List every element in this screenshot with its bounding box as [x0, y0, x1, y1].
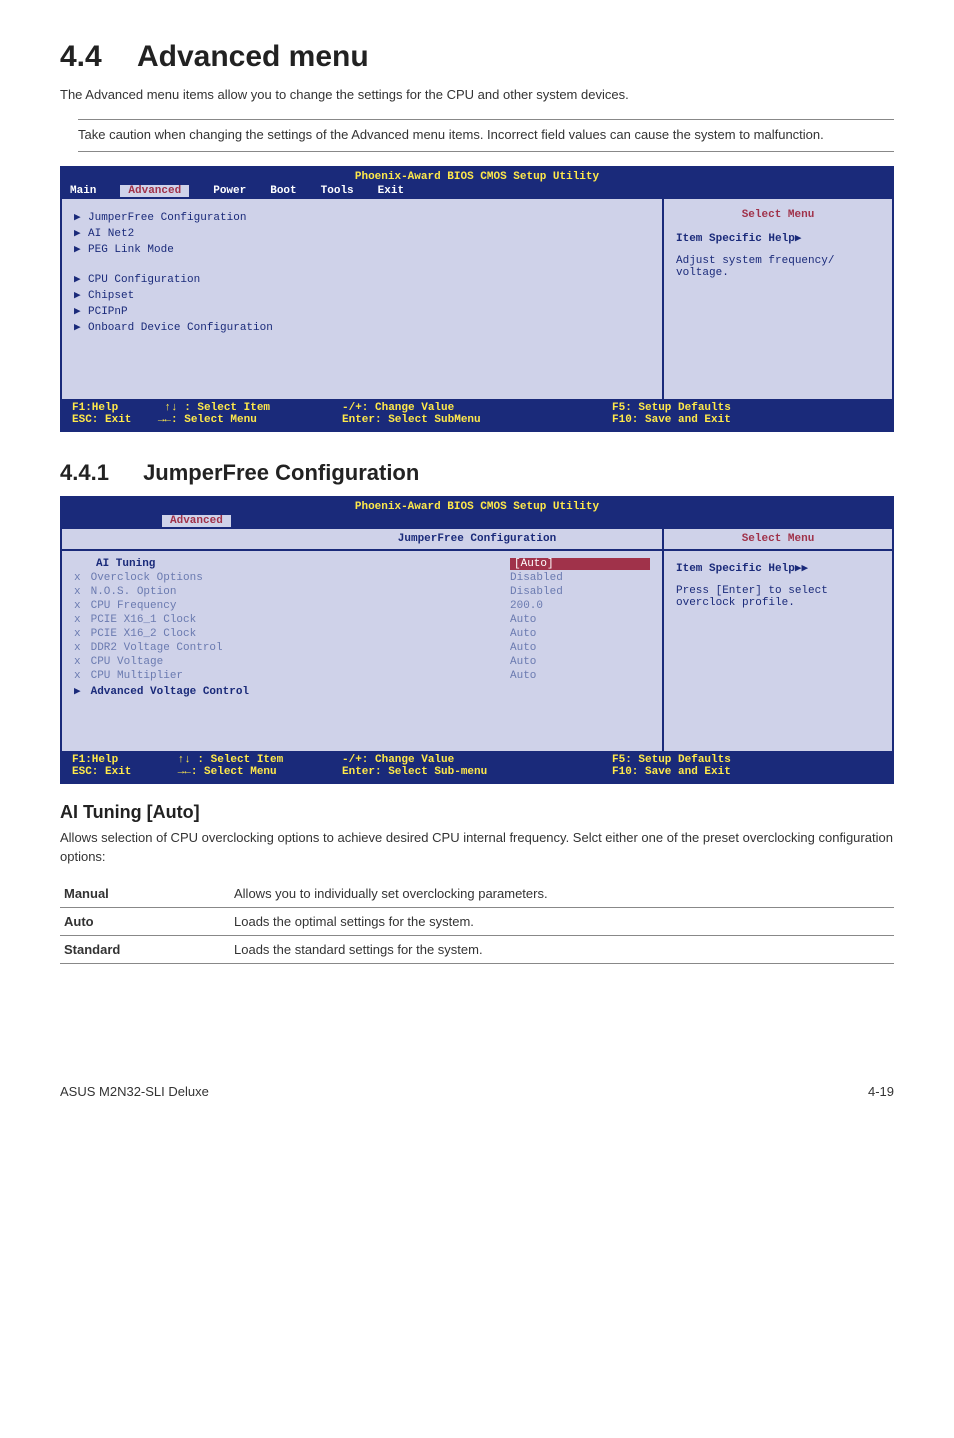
caution-text-block: Take caution when changing the settings …	[78, 119, 894, 152]
table-row: Manual Allows you to individually set ov…	[60, 880, 894, 908]
bios-row-value: Auto	[510, 642, 650, 654]
bios-item: AI Net2	[88, 228, 134, 240]
bios-row-key: DDR2 Voltage Control	[91, 642, 223, 654]
page-heading: 4.4 Advanced menu	[60, 40, 894, 74]
bios-footer-col: F1:Help ↑↓ : Select Item	[72, 402, 342, 414]
bios-tab-bar: Advanced	[62, 514, 892, 527]
bios-footer-col: F5: Setup Defaults	[612, 402, 882, 414]
bios-footer-col: -/+: Change Value	[342, 402, 612, 414]
bios-footer-col: F10: Save and Exit	[612, 414, 882, 426]
bios-footer-col: ESC: Exit →←: Select Menu	[72, 414, 342, 426]
bios-title: Phoenix-Award BIOS CMOS Setup Utility	[62, 498, 892, 514]
bios-footer-col: Enter: Select SubMenu	[342, 414, 612, 426]
bios-row-key: PCIE X16_2 Clock	[91, 628, 197, 640]
caution-note: Take caution when changing the settings …	[60, 119, 894, 152]
bios-row-value: Auto	[510, 656, 650, 668]
bios-row-key: AI Tuning	[96, 558, 155, 570]
bios-section-header: JumperFree Configuration Select Menu	[62, 527, 892, 549]
bios-item: PCIPnP	[88, 306, 128, 318]
bios-item: PEG Link Mode	[88, 244, 174, 256]
bios-tab-exit: Exit	[378, 185, 404, 197]
bios-row-key: PCIE X16_1 Clock	[91, 614, 197, 626]
param-label: Auto	[60, 908, 230, 936]
overclock-options-table: Manual Allows you to individually set ov…	[60, 880, 894, 964]
bios-row-key: Advanced Voltage Control	[91, 686, 249, 698]
bios-row-value: 200.0	[510, 600, 650, 612]
bios-row-key: CPU Frequency	[91, 600, 177, 612]
bios-help-label: Item Specific Help▶	[676, 231, 880, 245]
bios-row-key: CPU Multiplier	[91, 670, 183, 682]
triangle-icon: ▶	[74, 304, 88, 318]
subsection-heading: 4.4.1 JumperFree Configuration	[60, 460, 894, 486]
bios-row-value: [Auto]	[514, 558, 554, 570]
bios-row-value: Auto	[510, 628, 650, 640]
bios-footer-col: F1:Help ↑↓ : Select Item	[72, 754, 342, 766]
triangle-icon: ▶	[74, 320, 88, 334]
bios-footer-col: F5: Setup Defaults	[612, 754, 882, 766]
bios-help-text: Press [Enter] to select overclock profil…	[676, 585, 880, 609]
bios-title: Phoenix-Award BIOS CMOS Setup Utility	[62, 168, 892, 184]
triangle-icon: ▶	[74, 210, 88, 224]
param-text: Loads the standard settings for the syst…	[230, 936, 894, 964]
bios-footer-col: -/+: Change Value	[342, 754, 612, 766]
bios-select-menu-label: Select Menu	[676, 209, 880, 221]
bios-item: Onboard Device Configuration	[88, 322, 273, 334]
ai-tuning-heading: AI Tuning [Auto]	[60, 802, 894, 823]
bios-footer: F1:Help ↑↓ : Select Item -/+: Change Val…	[62, 751, 892, 782]
bios-screenshot-jumperfree: Phoenix-Award BIOS CMOS Setup Utility Ad…	[60, 496, 894, 784]
param-label: Standard	[60, 936, 230, 964]
bios-row-key: CPU Voltage	[91, 656, 164, 668]
ai-tuning-desc: Allows selection of CPU overclocking opt…	[60, 829, 894, 867]
param-text: Loads the optimal settings for the syste…	[230, 908, 894, 936]
bios-select-menu-label: Select Menu	[662, 529, 892, 549]
bios-screenshot-advanced-menu: Phoenix-Award BIOS CMOS Setup Utility Ma…	[60, 166, 894, 432]
bios-help-pane: Select Menu Item Specific Help▶ Adjust s…	[662, 199, 892, 399]
bios-item: Chipset	[88, 290, 134, 302]
bios-footer-col: F10: Save and Exit	[612, 766, 882, 778]
subsection-title: JumperFree Configuration	[143, 460, 419, 485]
bios-tab-bar: Main Advanced Power Boot Tools Exit	[62, 184, 892, 197]
bios-row-value: Disabled	[510, 586, 650, 598]
bios-settings-list: AI Tuning[Auto] x Overclock OptionsDisab…	[62, 551, 662, 751]
heading-desc: The Advanced menu items allow you to cha…	[60, 86, 894, 105]
bios-row-key: Overclock Options	[91, 572, 203, 584]
bios-tab-advanced: Advanced	[120, 185, 189, 197]
heading-number: 4.4	[60, 40, 102, 74]
bios-menu-list: ▶JumperFree Configuration ▶AI Net2 ▶PEG …	[62, 199, 662, 399]
triangle-icon: ▶	[74, 288, 88, 302]
bios-row-key: N.O.S. Option	[91, 586, 177, 598]
subsection-number: 4.4.1	[60, 460, 109, 486]
heading-title: Advanced menu	[137, 40, 369, 73]
bios-tab-power: Power	[213, 185, 246, 197]
footer-product: ASUS M2N32-SLI Deluxe	[60, 1084, 209, 1099]
table-row: Auto Loads the optimal settings for the …	[60, 908, 894, 936]
bios-footer-col: Enter: Select Sub-menu	[342, 766, 612, 778]
bios-help-label: Item Specific Help▶▶	[676, 561, 880, 575]
bios-tab-boot: Boot	[270, 185, 296, 197]
caution-text: Take caution when changing the settings …	[78, 127, 824, 142]
param-label: Manual	[60, 880, 230, 908]
bios-row-value: Disabled	[510, 572, 650, 584]
bios-item: CPU Configuration	[88, 274, 200, 286]
bios-help-text: Adjust system frequency/ voltage.	[676, 255, 880, 279]
triangle-icon: ▶	[74, 226, 88, 240]
page-footer: ASUS M2N32-SLI Deluxe 4-19	[60, 1084, 894, 1099]
bios-section-label: JumperFree Configuration	[398, 533, 556, 545]
param-text: Allows you to individually set overclock…	[230, 880, 894, 908]
bios-row-value: Auto	[510, 670, 650, 682]
bios-tab-main: Main	[70, 185, 96, 197]
footer-page-number: 4-19	[868, 1084, 894, 1099]
bios-row-value: Auto	[510, 614, 650, 626]
bios-item: JumperFree Configuration	[88, 212, 246, 224]
triangle-icon: ▶	[74, 684, 84, 698]
bios-help-pane: Item Specific Help▶▶ Press [Enter] to se…	[662, 551, 892, 751]
bios-tab-tools: Tools	[321, 185, 354, 197]
bios-footer: F1:Help ↑↓ : Select Item -/+: Change Val…	[62, 399, 892, 430]
triangle-icon: ▶	[74, 242, 88, 256]
bios-tab-advanced: Advanced	[162, 515, 231, 527]
triangle-icon: ▶	[74, 272, 88, 286]
bios-footer-col: ESC: Exit →←: Select Menu	[72, 766, 342, 778]
table-row: Standard Loads the standard settings for…	[60, 936, 894, 964]
